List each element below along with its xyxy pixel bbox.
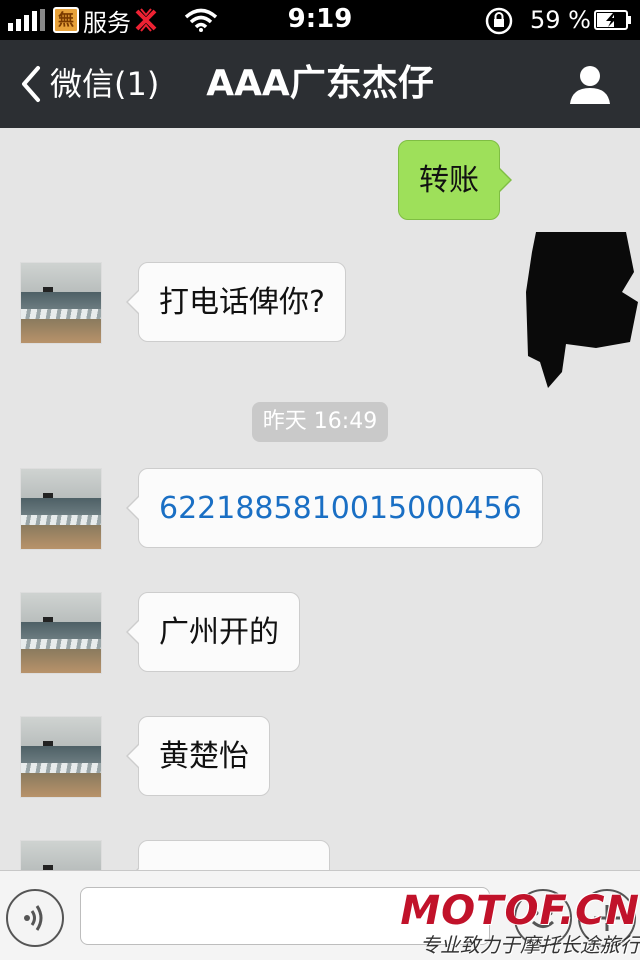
battery-percent: 59 % (530, 6, 591, 34)
avatar[interactable] (20, 468, 102, 550)
rotation-lock-icon (485, 7, 513, 35)
watermark-logo: MOTOF.CN (400, 888, 640, 934)
message-bubble-other[interactable]: 广州开的 (126, 592, 300, 672)
status-bar: 無 服务 9:19 59 % (0, 0, 640, 40)
watermark: MOTOF.CN 专业致力于摩托长途旅行 (396, 888, 640, 960)
message-bubble-other[interactable]: 6221885810015000456 (126, 468, 543, 548)
back-chevron-icon (22, 66, 40, 102)
chat-title: AAA广东杰仔 (206, 63, 434, 104)
nav-bar: 微信(1) AAA广东杰仔 (0, 40, 640, 128)
message-bubble-other[interactable]: 打电话俾你? (126, 262, 346, 342)
message-text: 黄楚怡 (159, 739, 249, 774)
watermark-slogan: 专业致力于摩托长途旅行 (420, 933, 640, 957)
redacted-avatar (526, 232, 638, 388)
message-timestamp: 昨天 16:49 (252, 402, 388, 442)
chat-area[interactable]: 转账 打电话俾你? 昨天 16:49 6221885810015000456 广… (0, 128, 640, 870)
battery-icon (594, 10, 631, 30)
avatar[interactable] (20, 840, 102, 870)
avatar[interactable] (20, 592, 102, 674)
avatar[interactable] (20, 716, 102, 798)
bank-number-link[interactable]: 6221885810015000456 (159, 491, 522, 526)
message-bubble-other[interactable]: 黄楚怡 (126, 716, 270, 796)
back-button[interactable]: 微信(1) (20, 64, 159, 104)
message-bubble-self[interactable]: 转账 (398, 140, 512, 220)
voice-button[interactable] (6, 889, 64, 947)
back-label: 微信(1) (50, 65, 160, 103)
voice-icon (24, 905, 43, 931)
message-text: 打电话俾你? (159, 285, 325, 320)
message-bubble-other[interactable] (126, 840, 330, 870)
avatar[interactable] (20, 262, 102, 344)
profile-icon[interactable] (568, 64, 612, 104)
message-text: 转账 (419, 163, 479, 198)
message-text: 广州开的 (159, 615, 279, 650)
